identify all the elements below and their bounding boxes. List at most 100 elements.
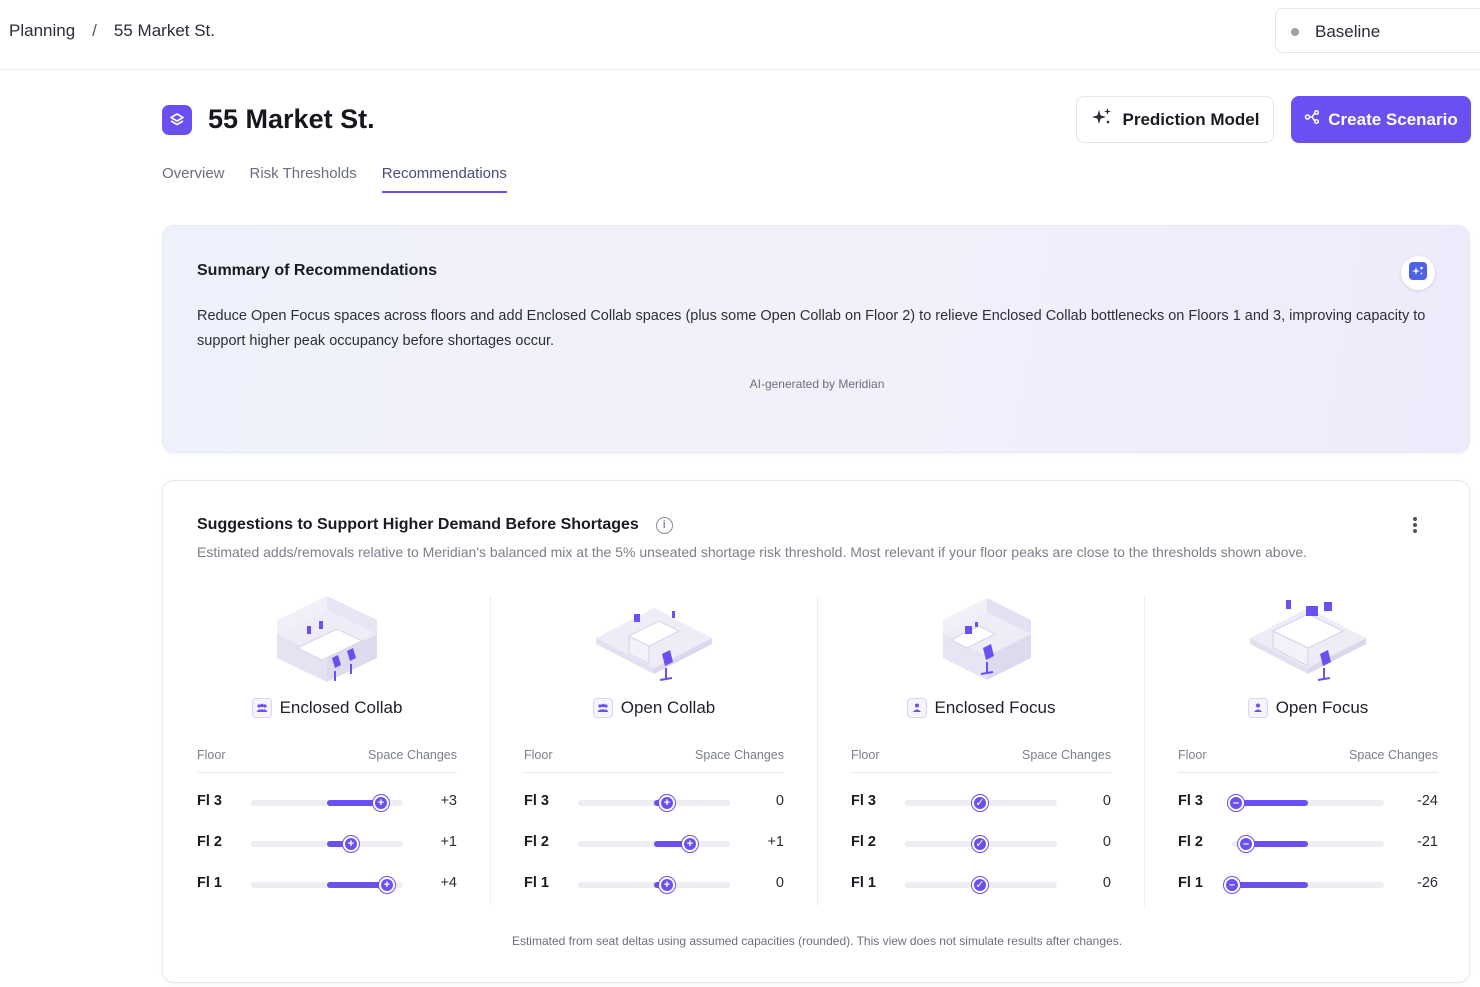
ai-sparkle-icon — [1409, 261, 1427, 285]
change-slider[interactable]: – — [1228, 795, 1384, 811]
change-slider[interactable]: ✓ — [905, 877, 1057, 893]
floor-header: Floor — [851, 748, 880, 762]
minus-handle-icon[interactable]: – — [1228, 795, 1244, 811]
floor-label: Fl 1 — [524, 875, 549, 891]
plus-handle-icon[interactable]: + — [659, 877, 675, 893]
sparkle-icon — [1091, 106, 1113, 133]
change-slider[interactable]: – — [1232, 836, 1384, 852]
space-type-open-focus: Open Focus Floor Space Changes Fl 3 – -2… — [1178, 596, 1438, 906]
minus-handle-icon[interactable]: – — [1238, 836, 1254, 852]
branch-icon — [1304, 109, 1320, 130]
floor-row: Fl 1 + +4 — [197, 873, 457, 895]
person-icon — [906, 698, 927, 718]
table-header: Floor Space Changes — [197, 748, 457, 773]
page-title: 55 Market St. — [208, 104, 375, 134]
change-slider[interactable]: + — [251, 877, 403, 893]
floor-label: Fl 1 — [1178, 875, 1203, 891]
change-slider[interactable]: + — [578, 836, 730, 852]
enclosed-collab-illustration — [277, 596, 377, 682]
change-slider[interactable]: + — [578, 795, 730, 811]
floor-row: Fl 1 ✓ 0 — [851, 873, 1111, 895]
group-icon — [251, 698, 272, 718]
change-value: -21 — [1417, 834, 1438, 850]
space-type-enclosed-collab: Enclosed Collab Floor Space Changes Fl 3… — [197, 596, 457, 906]
floor-label: Fl 3 — [197, 793, 222, 809]
top-bar: Planning / 55 Market St. Baseline — [0, 0, 1480, 70]
table-header: Floor Space Changes — [524, 748, 784, 773]
type-name: Enclosed Focus — [934, 698, 1056, 717]
summary-text: Reduce Open Focus spaces across floors a… — [197, 308, 1426, 349]
change-slider[interactable]: + — [578, 877, 730, 893]
floor-row: Fl 2 + +1 — [524, 832, 784, 854]
tab-overview[interactable]: Overview — [162, 165, 225, 193]
check-handle-icon[interactable]: ✓ — [972, 836, 988, 852]
info-icon[interactable]: i — [655, 516, 673, 534]
check-handle-icon[interactable]: ✓ — [972, 795, 988, 811]
plus-handle-icon[interactable]: + — [379, 877, 395, 893]
suggestions-heading: Suggestions to Support Higher Demand Bef… — [197, 516, 673, 534]
person-icon — [1247, 698, 1268, 718]
tab-recommendations[interactable]: Recommendations — [381, 165, 507, 193]
change-slider[interactable]: + — [251, 836, 403, 852]
floor-row: Fl 1 + 0 — [524, 873, 784, 895]
column-divider — [817, 596, 818, 906]
column-divider — [1144, 596, 1145, 906]
change-slider[interactable]: ✓ — [905, 795, 1057, 811]
floor-row: Fl 2 – -21 — [1178, 832, 1438, 854]
suggestions-title: Suggestions to Support Higher Demand Bef… — [197, 516, 639, 533]
create-scenario-button[interactable]: Create Scenario — [1291, 96, 1471, 143]
more-options-icon[interactable] — [1407, 514, 1423, 536]
ai-assistant-button[interactable] — [1401, 256, 1435, 290]
enclosed-focus-illustration — [943, 598, 1031, 680]
plus-handle-icon[interactable]: + — [373, 795, 389, 811]
floor-label: Fl 2 — [851, 834, 876, 850]
create-scenario-label: Create Scenario — [1328, 109, 1458, 129]
change-value: 0 — [1102, 875, 1111, 891]
changes-header: Space Changes — [695, 748, 784, 762]
change-value: +1 — [440, 834, 457, 850]
change-value: 0 — [1102, 793, 1111, 809]
change-value: 0 — [775, 875, 784, 891]
floor-label: Fl 2 — [1178, 834, 1203, 850]
tab-bar: Overview Risk Thresholds Recommendations — [162, 165, 507, 193]
table-header: Floor Space Changes — [851, 748, 1111, 773]
floor-label: Fl 1 — [851, 875, 876, 891]
change-value: 0 — [1102, 834, 1111, 850]
changes-header: Space Changes — [1022, 748, 1111, 762]
change-value: +4 — [440, 875, 457, 891]
type-label: Enclosed Collab — [197, 698, 457, 718]
open-collab-illustration — [596, 608, 712, 681]
floor-row: Fl 3 – -24 — [1178, 791, 1438, 813]
type-label: Enclosed Focus — [851, 698, 1111, 718]
ai-generated-note: AI-generated by Meridian — [749, 377, 885, 391]
tab-risk-thresholds[interactable]: Risk Thresholds — [250, 165, 357, 193]
plus-handle-icon[interactable]: + — [682, 836, 698, 852]
suggestions-subtitle: Estimated adds/removals relative to Meri… — [197, 544, 1308, 560]
suggestions-card: Suggestions to Support Higher Demand Bef… — [162, 480, 1470, 983]
breadcrumb-current: 55 Market St. — [113, 21, 216, 40]
minus-handle-icon[interactable]: – — [1224, 877, 1240, 893]
floor-header: Floor — [1178, 748, 1207, 762]
change-slider[interactable]: + — [251, 795, 403, 811]
building-layers-icon — [162, 105, 192, 135]
change-slider[interactable]: – — [1224, 877, 1384, 893]
change-slider[interactable]: ✓ — [905, 836, 1057, 852]
floor-label: Fl 2 — [197, 834, 222, 850]
scenario-select[interactable]: Baseline — [1275, 8, 1480, 53]
status-dot — [1291, 28, 1299, 36]
open-focus-illustration — [1250, 600, 1366, 681]
summary-title: Summary of Recommendations — [197, 262, 438, 279]
floor-label: Fl 2 — [524, 834, 549, 850]
prediction-model-button[interactable]: Prediction Model — [1076, 96, 1274, 143]
breadcrumb-planning[interactable]: Planning — [9, 21, 75, 41]
breadcrumb-separator: / — [92, 21, 97, 40]
check-handle-icon[interactable]: ✓ — [972, 877, 988, 893]
floor-row: Fl 3 + 0 — [524, 791, 784, 813]
space-type-open-collab: Open Collab Floor Space Changes Fl 3 + 0… — [524, 596, 784, 906]
change-value: -24 — [1417, 793, 1438, 809]
floor-row: Fl 2 ✓ 0 — [851, 832, 1111, 854]
plus-handle-icon[interactable]: + — [343, 836, 359, 852]
type-label: Open Collab — [524, 698, 784, 718]
type-name: Open Collab — [620, 698, 716, 717]
plus-handle-icon[interactable]: + — [659, 795, 675, 811]
